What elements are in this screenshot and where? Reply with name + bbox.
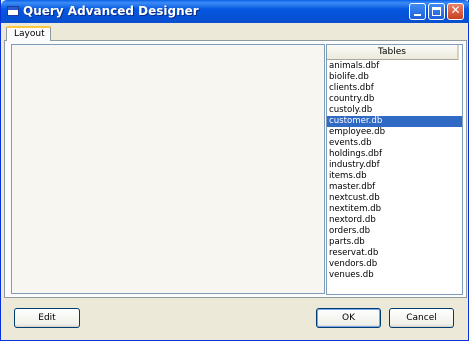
cancel-button[interactable]: Cancel: [389, 308, 454, 328]
table-list-item[interactable]: nextord.db: [327, 215, 462, 226]
minimize-icon: [414, 14, 421, 16]
table-list-item[interactable]: nextcust.db: [327, 193, 462, 204]
close-icon: ✕: [450, 3, 461, 17]
table-list-item[interactable]: parts.db: [327, 237, 462, 248]
maximize-button[interactable]: [428, 3, 445, 20]
window-title: Query Advanced Designer: [23, 4, 199, 18]
table-list-item[interactable]: orders.db: [327, 226, 462, 237]
table-list-item[interactable]: holdings.dbf: [327, 149, 462, 160]
minimize-button[interactable]: [409, 3, 426, 20]
layout-tab-panel: Tables animals.dbf biolife.db clients.dbf c…: [4, 40, 467, 298]
tables-column-header[interactable]: Tables: [327, 45, 459, 60]
tab-layout-label: Layout: [14, 29, 45, 39]
table-list-item[interactable]: master.dbf: [327, 182, 462, 193]
window-icon: [7, 6, 19, 16]
maximize-icon: [432, 7, 441, 16]
query-designer-window: Query Advanced Designer ✕ Layout Tables …: [0, 0, 469, 341]
table-list-item[interactable]: country.db: [327, 94, 462, 105]
tables-list: animals.dbf biolife.db clients.dbf country.…: [327, 60, 462, 281]
tab-layout[interactable]: Layout: [6, 26, 51, 41]
table-list-item[interactable]: clients.dbf: [327, 83, 462, 94]
close-button[interactable]: ✕: [447, 3, 464, 20]
table-list-item[interactable]: customer.db: [327, 116, 462, 127]
ok-button[interactable]: OK: [316, 308, 381, 328]
title-bar[interactable]: Query Advanced Designer ✕: [1, 0, 469, 23]
table-list-item[interactable]: vendors.db: [327, 259, 462, 270]
table-list-item[interactable]: venues.db: [327, 270, 462, 281]
design-canvas[interactable]: [11, 44, 325, 294]
table-list-item[interactable]: items.db: [327, 171, 462, 182]
edit-button[interactable]: Edit: [14, 308, 80, 328]
table-list-item[interactable]: events.db: [327, 138, 462, 149]
table-list-item[interactable]: employee.db: [327, 127, 462, 138]
table-list-item[interactable]: custoly.db: [327, 105, 462, 116]
table-list-item[interactable]: animals.dbf: [327, 61, 462, 72]
table-list-item[interactable]: reservat.db: [327, 248, 462, 259]
tables-list-box[interactable]: Tables animals.dbf biolife.db clients.dbf c…: [326, 44, 463, 295]
table-list-item[interactable]: biolife.db: [327, 72, 462, 83]
table-list-item[interactable]: nextitem.db: [327, 204, 462, 215]
table-list-item[interactable]: industry.dbf: [327, 160, 462, 171]
